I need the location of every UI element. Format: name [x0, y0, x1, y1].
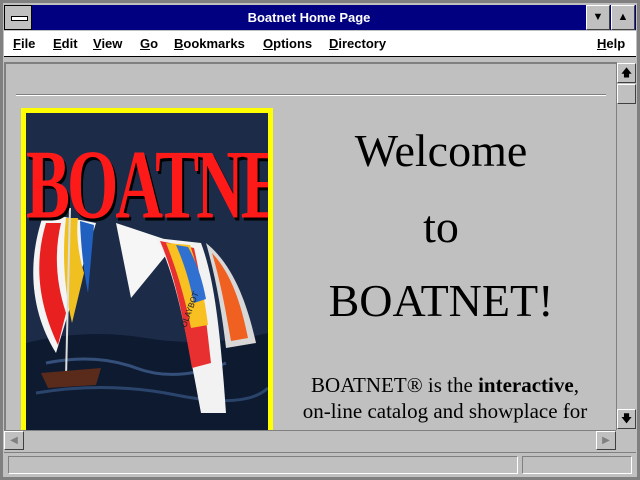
horizontal-rule	[16, 94, 606, 96]
menu-edit[interactable]: Edit	[53, 31, 78, 56]
window-title: Boatnet Home Page	[247, 10, 371, 25]
scroll-corner	[616, 430, 636, 450]
menu-file[interactable]: File	[13, 31, 35, 56]
minimize-icon[interactable]: ▼	[586, 5, 610, 30]
welcome-line-3: BOATNET!	[328, 275, 554, 326]
intro-text-line2: on-line catalog and showplace for	[302, 399, 588, 423]
menu-bar: File Edit View Go Bookmarks Options Dire…	[4, 31, 636, 57]
boatnet-logo[interactable]: OLAYBOT BOATNET	[21, 108, 273, 430]
intro-text-bold: interactive	[478, 373, 574, 397]
welcome-line-1: Welcome	[354, 125, 528, 176]
status-text	[8, 456, 518, 474]
menu-bookmarks[interactable]: Bookmarks	[174, 31, 245, 56]
menu-help[interactable]: Help	[597, 31, 625, 56]
arrow-up-icon[interactable]: 🡅	[617, 63, 636, 83]
vertical-scrollbar[interactable]: 🡅 🡇	[616, 62, 636, 430]
progress-indicator	[522, 456, 632, 474]
logo-image: OLAYBOT BOATNET	[26, 113, 268, 430]
arrow-left-icon[interactable]: ◀	[4, 431, 24, 450]
arrow-right-icon[interactable]: ▶	[596, 431, 616, 450]
intro-text-start: BOATNET® is the	[311, 373, 479, 397]
system-menu-icon[interactable]	[4, 5, 32, 30]
maximize-icon[interactable]: ▲	[611, 5, 635, 30]
scroll-thumb[interactable]	[617, 84, 636, 104]
menu-go[interactable]: Go	[140, 31, 158, 56]
horizontal-scrollbar[interactable]: ◀ ▶	[4, 430, 616, 450]
menu-view[interactable]: View	[93, 31, 122, 56]
menu-options[interactable]: Options	[263, 31, 312, 56]
arrow-down-icon[interactable]: 🡇	[617, 409, 636, 429]
status-bar	[4, 452, 636, 477]
menu-directory[interactable]: Directory	[329, 31, 386, 56]
intro-text-end: ,	[573, 373, 579, 397]
welcome-line-2: to	[423, 201, 459, 252]
intro-paragraph: BOATNET® is the interactive, on-line cat…	[274, 372, 616, 424]
title-bar[interactable]: Boatnet Home Page ▼ ▲	[4, 5, 636, 30]
logo-text: BOATNET	[26, 130, 268, 241]
page-content: OLAYBOT BOATNET Welcome to BOATNET! BOAT…	[4, 62, 616, 430]
